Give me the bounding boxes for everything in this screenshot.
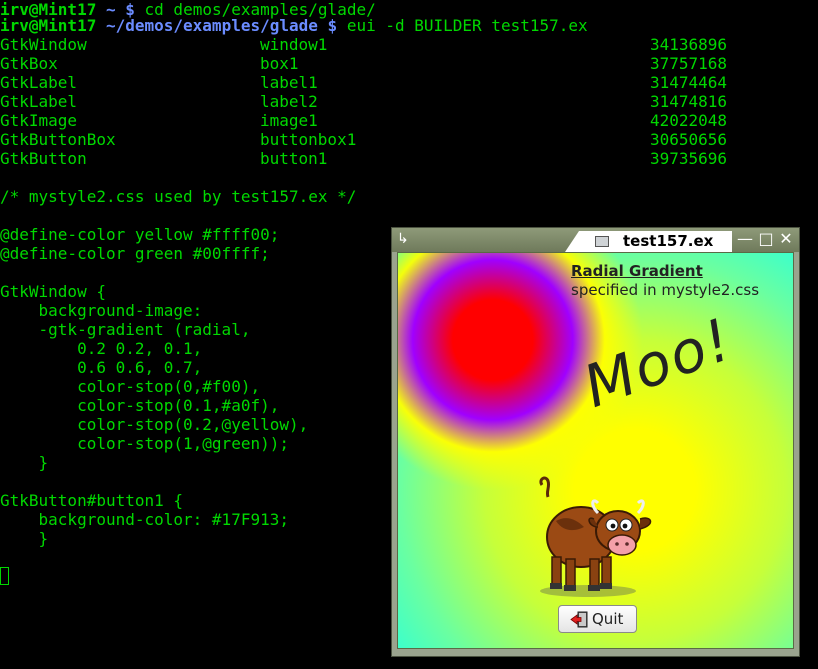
terminal-cursor bbox=[0, 567, 9, 585]
minimize-icon[interactable]: — bbox=[737, 231, 753, 247]
css-line: } bbox=[0, 453, 49, 472]
quit-button[interactable]: Quit bbox=[558, 605, 637, 633]
object-name: buttonbox1 bbox=[260, 130, 357, 149]
object-name: image1 bbox=[260, 111, 318, 130]
css-line: background-color: #17F913; bbox=[0, 510, 289, 529]
object-name: window1 bbox=[260, 35, 328, 54]
prompt-userhost: irv@Mint17 bbox=[0, 16, 97, 35]
css-line: -gtk-gradient (radial, bbox=[0, 320, 251, 339]
object-type: GtkBox bbox=[0, 54, 58, 73]
gradient-heading-label: Radial Gradient bbox=[571, 262, 703, 280]
css-line: @define-color yellow #ffff00; bbox=[0, 225, 280, 244]
window-titlebar[interactable]: ↳ test157.ex — □ ✕ bbox=[392, 228, 799, 252]
quit-label: Quit bbox=[592, 610, 624, 628]
window-menu-icon[interactable]: ↳ bbox=[397, 232, 411, 246]
object-type: GtkButton bbox=[0, 149, 87, 168]
window-title: test157.ex bbox=[623, 232, 714, 250]
object-type: GtkLabel bbox=[0, 92, 78, 111]
gradient-subtext-label: specified in mystyle2.css bbox=[571, 281, 760, 299]
object-name: label1 bbox=[260, 73, 318, 92]
object-name: box1 bbox=[260, 54, 299, 73]
close-icon[interactable]: ✕ bbox=[778, 231, 794, 247]
object-name: button1 bbox=[260, 149, 328, 168]
prompt-command: eui -d BUILDER test157.ex bbox=[346, 16, 588, 35]
css-line: 0.2 0.2, 0.1, bbox=[0, 339, 203, 358]
css-line: color-stop(1,@green)); bbox=[0, 434, 289, 453]
css-line: color-stop(0,#f00), bbox=[0, 377, 261, 396]
object-id: 37757168 bbox=[650, 54, 728, 73]
css-line: /* mystyle2.css used by test157.ex */ bbox=[0, 187, 357, 206]
object-id: 31474464 bbox=[650, 73, 728, 92]
maximize-icon[interactable]: □ bbox=[758, 231, 774, 247]
prompt-path: ~/demos/examples/glade bbox=[105, 16, 318, 35]
css-line: background-image: bbox=[0, 301, 203, 320]
object-type: GtkWindow bbox=[0, 35, 87, 54]
object-name: label2 bbox=[260, 92, 318, 111]
prompt-symbol: $ bbox=[327, 16, 338, 35]
app-window-icon bbox=[595, 236, 609, 247]
object-id: 42022048 bbox=[650, 111, 728, 130]
object-id: 39735696 bbox=[650, 149, 728, 168]
window-content: Radial Gradient specified in mystyle2.cs… bbox=[397, 252, 794, 649]
app-window: ↳ test157.ex — □ ✕ Radial Gradient speci… bbox=[391, 227, 800, 657]
desktop-screen: irv@Mint17 ~ $ cd demos/examples/glade/ … bbox=[0, 0, 818, 669]
object-id: 30650656 bbox=[650, 130, 728, 149]
terminal-prompt-line-2: irv@Mint17 ~/demos/examples/glade $ eui … bbox=[0, 16, 588, 35]
window-title-tab[interactable]: test157.ex bbox=[565, 231, 732, 252]
css-line: color-stop(0.1,#a0f), bbox=[0, 396, 280, 415]
object-type: GtkImage bbox=[0, 111, 78, 130]
object-type: GtkLabel bbox=[0, 73, 78, 92]
object-id: 31474816 bbox=[650, 92, 728, 111]
css-line: @define-color green #00ffff; bbox=[0, 244, 270, 263]
css-line: 0.6 0.6, 0.7, bbox=[0, 358, 203, 377]
exit-icon bbox=[570, 611, 588, 628]
object-id: 34136896 bbox=[650, 35, 728, 54]
css-line: } bbox=[0, 529, 49, 548]
css-line: GtkWindow { bbox=[0, 282, 106, 301]
css-line: color-stop(0.2,@yellow), bbox=[0, 415, 309, 434]
cow-image bbox=[539, 476, 652, 597]
css-line: GtkButton#button1 { bbox=[0, 491, 184, 510]
object-type: GtkButtonBox bbox=[0, 130, 116, 149]
